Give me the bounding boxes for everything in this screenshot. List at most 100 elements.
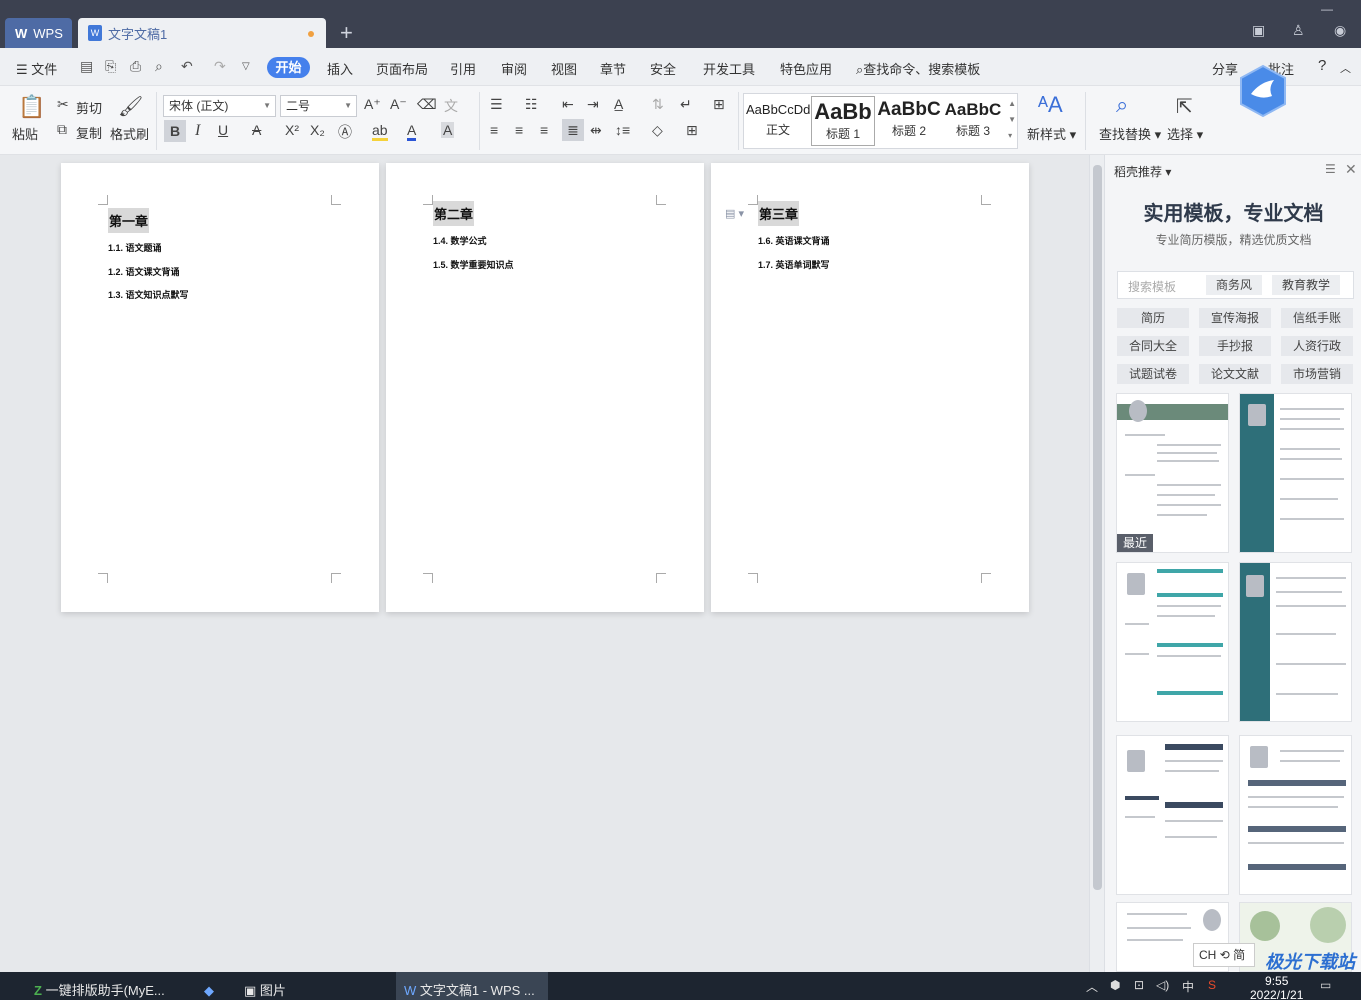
category-contracts[interactable]: 合同大全 (1117, 336, 1189, 356)
find-replace-button[interactable]: 查找替换 ▾ (1099, 124, 1161, 143)
tab-view[interactable]: 视图 (551, 59, 577, 78)
select-button[interactable]: 选择 ▾ (1167, 124, 1203, 143)
numbered-list-icon[interactable]: ☷ (525, 96, 538, 113)
redo-icon[interactable]: ↷ (214, 58, 226, 75)
document-page-3[interactable]: ▤ ▾ 第三章 1.6. 英语课文背诵 1.7. 英语单词默写 (711, 163, 1029, 612)
file-menu[interactable]: ☰ 文件 (16, 59, 57, 78)
style-heading-2[interactable]: AaBbC 标题 2 (877, 96, 941, 146)
tab-security[interactable]: 安全 (650, 59, 676, 78)
collapse-ribbon-icon[interactable]: ︿ (1340, 60, 1351, 76)
strikethrough-icon[interactable]: A (252, 122, 261, 138)
tray-expand-icon[interactable]: ︿ (1086, 978, 1098, 995)
quick-access-dropdown-icon[interactable]: ▽ (242, 61, 250, 72)
chinese-layout-icon[interactable]: A̲ (614, 96, 623, 112)
underline-icon[interactable]: U (218, 122, 228, 138)
taskbar-bird-icon[interactable]: ◆ (194, 972, 224, 1000)
section-heading[interactable]: 1.7. 英语单词默写 (758, 258, 830, 271)
category-poster[interactable]: 宣传海报 (1199, 308, 1271, 328)
align-left-icon[interactable]: ≡ (490, 122, 498, 138)
chapter-heading[interactable]: 第二章 (433, 201, 475, 226)
tab-special-apps[interactable]: 特色应用 (780, 59, 832, 78)
clear-format-icon[interactable]: ⌫ (417, 96, 437, 113)
superscript-icon[interactable]: X² (285, 122, 299, 138)
section-heading[interactable]: 1.1. 语文题诵 (108, 241, 162, 254)
category-hr[interactable]: 人资行政 (1281, 336, 1353, 356)
paste-button[interactable]: 粘贴 (12, 124, 38, 143)
tab-developer[interactable]: 开发工具 (703, 59, 755, 78)
justify-icon[interactable]: ≣ (562, 119, 584, 141)
scrollbar-thumb[interactable] (1093, 165, 1102, 890)
document-map-icon[interactable]: ▤ ▾ (725, 207, 744, 220)
clock[interactable]: 9:55 2022/1/21 (1250, 974, 1303, 1000)
phonetic-icon[interactable]: 文 (444, 96, 458, 116)
new-tab-button[interactable]: + (340, 20, 353, 46)
document-workspace[interactable]: 第一章 1.1. 语文题诵 1.2. 语文课文背诵 1.3. 语文知识点默写 第… (0, 155, 1089, 972)
template-thumbnail[interactable] (1239, 562, 1352, 722)
format-painter-button[interactable]: 格式刷 (110, 124, 149, 143)
chip-business[interactable]: 商务风 (1206, 275, 1263, 295)
print-preview-icon[interactable]: ⌕ (155, 58, 163, 75)
network-icon[interactable]: ⊡ (1134, 978, 1144, 992)
assistant-bird-icon[interactable] (1238, 64, 1288, 118)
vertical-scrollbar[interactable] (1089, 155, 1104, 972)
taskbar-app-photos[interactable]: ▣ 图片 (240, 972, 380, 1000)
sogou-icon[interactable]: S (1208, 978, 1216, 992)
tray-app-icon[interactable]: ⬢ (1110, 978, 1120, 992)
save-icon[interactable]: ▤ (80, 58, 93, 75)
document-page-2[interactable]: 第二章 1.4. 数学公式 1.5. 数学重要知识点 (386, 163, 704, 612)
chip-education[interactable]: 教育教学 (1272, 275, 1341, 295)
output-icon[interactable]: ⎘ (105, 58, 116, 75)
cut-button[interactable]: 剪切 (76, 98, 102, 117)
align-center-icon[interactable]: ≡ (515, 122, 523, 138)
gallery-scroll-icon[interactable]: ▲ ▼ ▾ (1008, 96, 1016, 144)
template-thumbnail[interactable] (1239, 393, 1352, 553)
tab-insert[interactable]: 插入 (327, 59, 353, 78)
distributed-icon[interactable]: ⇹ (590, 122, 602, 139)
tab-references[interactable]: 引用 (450, 59, 476, 78)
shrink-font-icon[interactable]: A⁻ (390, 96, 407, 113)
new-style-button[interactable]: 新样式 ▾ (1027, 124, 1076, 143)
tab-chapter[interactable]: 章节 (600, 59, 626, 78)
bullet-list-icon[interactable]: ☰ (490, 96, 503, 113)
grow-font-icon[interactable]: A⁺ (364, 96, 381, 113)
language-indicator[interactable]: 中 (1182, 978, 1194, 995)
help-icon[interactable]: ? (1318, 57, 1326, 74)
category-marketing[interactable]: 市场营销 (1281, 364, 1353, 384)
category-handwritten[interactable]: 手抄报 (1199, 336, 1271, 356)
ime-indicator[interactable]: CH ⟲ 简 (1193, 943, 1255, 967)
shading-icon[interactable]: ◇ (652, 122, 663, 139)
undo-icon[interactable]: ↶ (181, 58, 193, 75)
panel-menu-icon[interactable]: ☰ (1325, 162, 1336, 176)
show-marks-icon[interactable]: ↵ (680, 96, 692, 113)
copy-button[interactable]: 复制 (76, 123, 102, 142)
layout-icon[interactable]: ▣ (1252, 22, 1265, 39)
bold-icon[interactable]: B (164, 120, 186, 142)
document-tab[interactable]: W 文字文稿1 (78, 18, 326, 48)
wps-home-tab[interactable]: W WPS (5, 18, 72, 48)
category-stationery[interactable]: 信纸手账 (1281, 308, 1353, 328)
font-color-icon[interactable]: A (407, 122, 417, 141)
section-heading[interactable]: 1.5. 数学重要知识点 (433, 258, 514, 271)
document-page-1[interactable]: 第一章 1.1. 语文题诵 1.2. 语文课文背诵 1.3. 语文知识点默写 (61, 163, 379, 612)
section-heading[interactable]: 1.4. 数学公式 (433, 234, 487, 247)
char-shading-icon[interactable]: A (441, 122, 455, 138)
taskbar-app-wps[interactable]: W 文字文稿1 - WPS ... (396, 972, 548, 1000)
decrease-indent-icon[interactable]: ⇤ (562, 96, 574, 113)
avatar-icon[interactable]: ◉ (1334, 22, 1346, 39)
panel-header[interactable]: 稻壳推荐 ▾ (1114, 163, 1171, 180)
skin-icon[interactable]: ♙ (1292, 22, 1305, 39)
text-effect-icon[interactable]: Ⓐ (338, 122, 352, 142)
chapter-heading[interactable]: 第三章 (758, 201, 800, 226)
align-right-icon[interactable]: ≡ (540, 122, 548, 138)
table-grid-icon[interactable]: ⊞ (713, 96, 725, 113)
command-search[interactable]: ⌕查找命令、搜索模板 (856, 59, 980, 78)
template-search-input[interactable]: 搜索模板 (1128, 278, 1176, 295)
template-thumbnail[interactable] (1116, 735, 1229, 895)
close-icon[interactable]: ✕ (1345, 161, 1357, 178)
style-heading-1[interactable]: AaBb 标题 1 (811, 96, 875, 146)
volume-icon[interactable]: ◁) (1156, 978, 1169, 992)
highlight-icon[interactable]: ab (372, 122, 388, 141)
template-search[interactable]: 搜索模板 商务风 教育教学 (1117, 271, 1354, 299)
section-heading[interactable]: 1.6. 英语课文背诵 (758, 234, 830, 247)
minimize-icon[interactable]: — (1321, 2, 1333, 16)
